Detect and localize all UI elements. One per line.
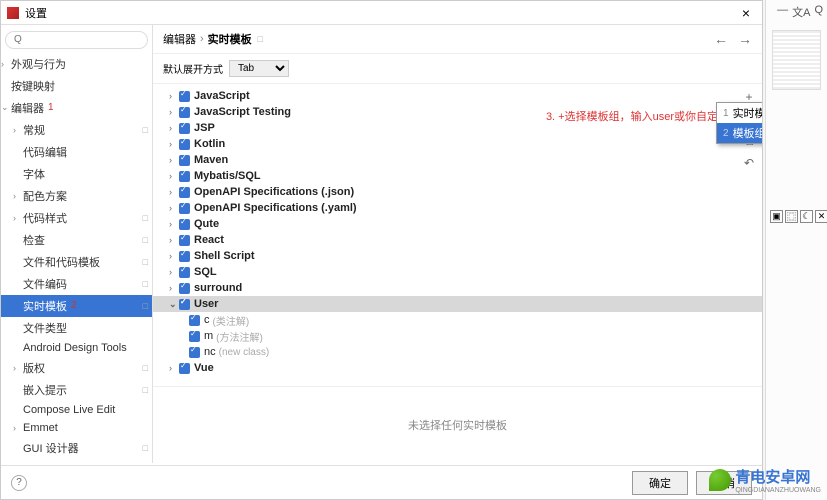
- sidebar-item[interactable]: 文件编码□: [1, 273, 152, 295]
- template-group[interactable]: ›OpenAPI Specifications (.json): [153, 184, 762, 200]
- template-group[interactable]: ›Maven: [153, 152, 762, 168]
- sidebar-item[interactable]: 按键映射: [1, 75, 152, 97]
- sidebar: ›外观与行为按键映射⌄编辑器1›常规□代码编辑字体›配色方案›代码样式□检查□文…: [1, 25, 153, 463]
- template-group[interactable]: ›Qute: [153, 216, 762, 232]
- search-input[interactable]: [5, 31, 148, 49]
- back-icon[interactable]: ←: [714, 31, 728, 47]
- sidebar-item[interactable]: ›常规□: [1, 119, 152, 141]
- expand-option-row: 默认展开方式 Tab: [153, 54, 762, 84]
- breadcrumb-current: 实时模板: [208, 31, 252, 47]
- window-title: 设置: [25, 5, 47, 21]
- sidebar-item[interactable]: 文件类型: [1, 317, 152, 339]
- checkbox[interactable]: [179, 139, 190, 150]
- search-icon[interactable]: Q: [814, 4, 823, 20]
- no-selection-message: 未选择任何实时模板: [153, 386, 762, 463]
- forward-icon[interactable]: →: [738, 31, 752, 47]
- template-group[interactable]: ›OpenAPI Specifications (.yaml): [153, 200, 762, 216]
- sidebar-item[interactable]: ›版权□: [1, 357, 152, 379]
- annotation-text: 3. +选择模板组，输入user或你自定义的: [546, 108, 740, 124]
- sidebar-item[interactable]: Compose Live Edit: [1, 401, 152, 419]
- translate-icon[interactable]: 文A: [792, 4, 810, 20]
- breadcrumb: 编辑器 › 实时模板 □ ← →: [153, 25, 762, 54]
- scope-icon: □: [258, 34, 263, 44]
- add-popup: 1 实时模板 2 模板组...: [716, 102, 762, 144]
- template-group[interactable]: ›surround: [153, 280, 762, 296]
- template-item[interactable]: m(方法注解): [153, 328, 762, 344]
- help-icon[interactable]: ?: [11, 475, 27, 491]
- template-group[interactable]: ⌄User: [153, 296, 762, 312]
- sidebar-item[interactable]: 文件和代码模板□: [1, 251, 152, 273]
- thumbnail: [772, 30, 821, 90]
- checkbox[interactable]: [179, 299, 190, 310]
- expand-label: 默认展开方式: [163, 61, 223, 76]
- close-icon[interactable]: ×: [736, 5, 756, 21]
- checkbox[interactable]: [179, 251, 190, 262]
- ok-button[interactable]: 确定: [632, 471, 688, 495]
- sidebar-item[interactable]: TextMate 捆绑包: [1, 459, 152, 464]
- template-group[interactable]: ›Mybatis/SQL: [153, 168, 762, 184]
- tool-4[interactable]: ✕: [815, 210, 827, 223]
- sidebar-item[interactable]: 检查□: [1, 229, 152, 251]
- popup-template-group[interactable]: 2 模板组...: [717, 123, 762, 143]
- checkbox[interactable]: [189, 347, 200, 358]
- template-item[interactable]: nc(new class): [153, 344, 762, 360]
- checkbox[interactable]: [179, 155, 190, 166]
- sidebar-item[interactable]: ›配色方案: [1, 185, 152, 207]
- checkbox[interactable]: [189, 331, 200, 342]
- sidebar-item[interactable]: 字体: [1, 163, 152, 185]
- template-group[interactable]: ›Vue: [153, 360, 762, 376]
- template-group[interactable]: ›React: [153, 232, 762, 248]
- checkbox[interactable]: [179, 219, 190, 230]
- sidebar-item[interactable]: 实时模板2□: [1, 295, 152, 317]
- template-group[interactable]: ›JavaScript: [153, 88, 762, 104]
- tool-strip: ▣ ⿴ ☾ ✕: [770, 210, 827, 223]
- sidebar-item[interactable]: ⌄编辑器1: [1, 97, 152, 119]
- template-item[interactable]: c(类注解): [153, 312, 762, 328]
- breadcrumb-root[interactable]: 编辑器: [163, 31, 196, 47]
- sidebar-item[interactable]: ›外观与行为: [1, 53, 152, 75]
- tool-2[interactable]: ⿴: [785, 210, 798, 223]
- watermark-sub: QINGDIANANZHUOWANG: [735, 487, 821, 494]
- checkbox[interactable]: [179, 171, 190, 182]
- watermark: 青电安卓网 QINGDIANANZHUOWANG: [709, 466, 821, 494]
- checkbox[interactable]: [179, 123, 190, 134]
- template-group[interactable]: ›Kotlin: [153, 136, 762, 152]
- titlebar: 设置 ×: [1, 1, 762, 25]
- sidebar-item[interactable]: 嵌入提示□: [1, 379, 152, 401]
- sidebar-item[interactable]: GUI 设计器□: [1, 437, 152, 459]
- tool-3[interactable]: ☾: [800, 210, 813, 223]
- expand-select[interactable]: Tab: [229, 60, 289, 77]
- watermark-title: 青电安卓网: [735, 466, 821, 487]
- sidebar-item[interactable]: Android Design Tools: [1, 339, 152, 357]
- sidebar-item[interactable]: 代码编辑: [1, 141, 152, 163]
- checkbox[interactable]: [179, 235, 190, 246]
- revert-button[interactable]: ↶: [740, 154, 758, 172]
- checkbox[interactable]: [179, 91, 190, 102]
- watermark-logo-icon: [709, 469, 731, 491]
- sidebar-item[interactable]: ›Emmet: [1, 419, 152, 437]
- tool-1[interactable]: ▣: [770, 210, 783, 223]
- checkbox[interactable]: [179, 267, 190, 278]
- app-icon: [7, 7, 19, 19]
- checkbox[interactable]: [179, 203, 190, 214]
- checkbox[interactable]: [179, 283, 190, 294]
- checkbox[interactable]: [179, 107, 190, 118]
- template-group[interactable]: ›Shell Script: [153, 248, 762, 264]
- popup-live-template[interactable]: 1 实时模板: [717, 103, 762, 123]
- template-group[interactable]: ›SQL: [153, 264, 762, 280]
- checkbox[interactable]: [189, 315, 200, 326]
- checkbox[interactable]: [179, 363, 190, 374]
- side-panel: — 文A Q ▣ ⿴ ☾ ✕: [765, 0, 827, 500]
- sidebar-item[interactable]: ›代码样式□: [1, 207, 152, 229]
- checkbox[interactable]: [179, 187, 190, 198]
- minimize-icon[interactable]: —: [777, 4, 788, 20]
